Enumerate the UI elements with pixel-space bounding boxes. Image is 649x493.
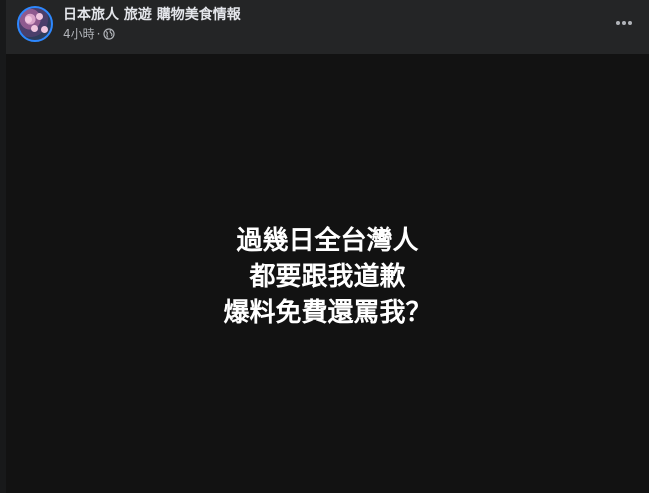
avatar-blossom-icon [25, 16, 32, 23]
avatar-blossom-icon [36, 13, 43, 20]
more-options-dot-icon [622, 21, 626, 25]
post-media-image[interactable]: 過幾日全台灣人 都要跟我道歉 爆料免費還罵我？ [6, 54, 649, 493]
more-options-button[interactable] [611, 11, 637, 35]
media-text-line: 爆料免費還罵我？ [223, 298, 432, 328]
page-avatar[interactable] [17, 6, 53, 42]
page-name-link[interactable]: 日本旅人 旅遊 購物美食情報 [63, 6, 241, 24]
media-text-block: 過幾日全台灣人 都要跟我道歉 爆料免費還罵我？ [6, 223, 649, 331]
more-options-dot-icon [628, 21, 632, 25]
media-text-line: 都要跟我道歉 [249, 262, 406, 292]
avatar-blossom-icon [41, 26, 48, 33]
media-text-line: 過幾日全台灣人 [236, 226, 419, 256]
more-options-dot-icon [616, 21, 620, 25]
meta-separator: · [96, 27, 101, 41]
globe-icon [103, 28, 116, 40]
post-timestamp[interactable]: 4小時 [63, 26, 95, 42]
post-header: 日本旅人 旅遊 購物美食情報 4小時 · [6, 0, 649, 54]
facebook-post: 日本旅人 旅遊 購物美食情報 4小時 · 過幾日全台灣人 都要跟我道歉 爆料免費… [6, 0, 649, 493]
avatar-blossom-icon [31, 25, 38, 32]
post-meta: 4小時 · [63, 26, 116, 42]
